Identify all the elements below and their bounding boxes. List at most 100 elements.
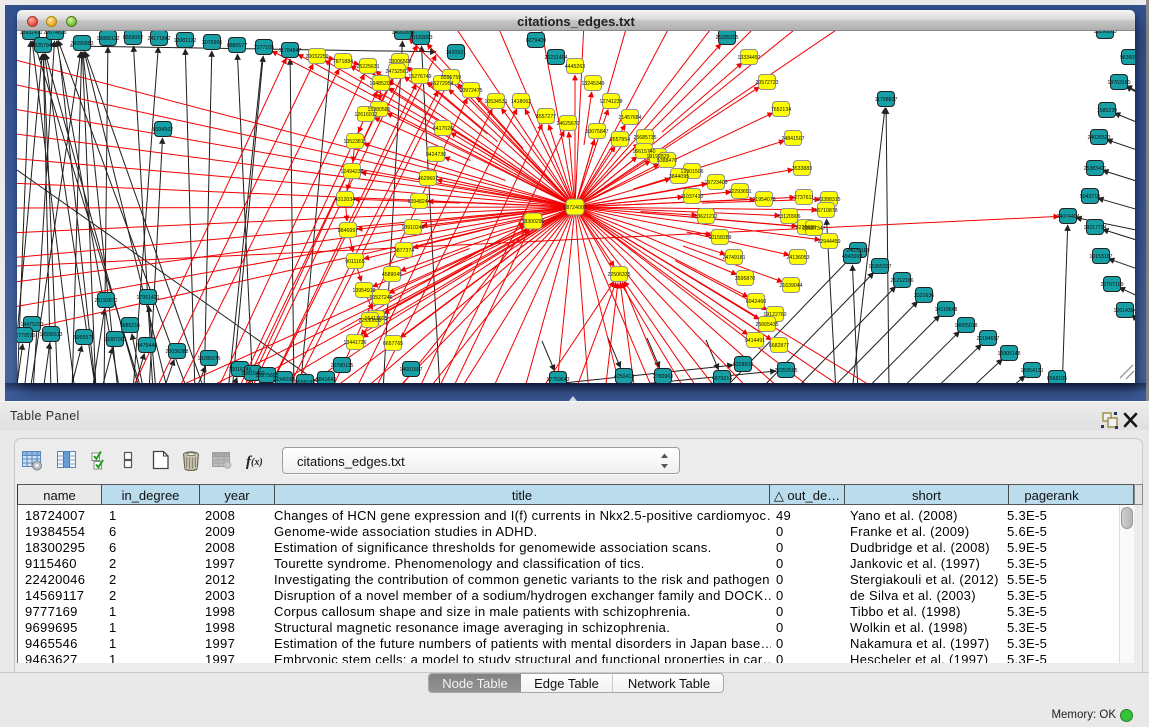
svg-text:13120906: 13120906 (777, 214, 800, 220)
svg-text:13245349: 13245349 (581, 81, 604, 87)
svg-text:10158289: 10158289 (708, 235, 731, 241)
svg-text:2657954: 2657954 (610, 137, 630, 143)
svg-text:24841507: 24841507 (781, 136, 804, 142)
svg-text:11758837: 11758837 (875, 97, 898, 103)
svg-text:18296865: 18296865 (1093, 31, 1116, 35)
svg-text:12614394: 12614394 (1113, 308, 1135, 314)
svg-text:19723409: 19723409 (704, 180, 727, 186)
svg-text:12494238: 12494238 (340, 169, 363, 175)
svg-text:10087903: 10087903 (103, 337, 126, 343)
svg-text:23192872: 23192872 (94, 298, 117, 304)
svg-text:8334562: 8334562 (153, 127, 173, 133)
svg-text:13334457: 13334457 (737, 55, 760, 61)
svg-text:10523815: 10523815 (343, 139, 366, 145)
svg-text:4312034: 4312034 (335, 197, 355, 203)
svg-text:13954919: 13954919 (352, 288, 375, 294)
svg-text:4879214: 4879214 (712, 376, 732, 382)
svg-text:23388315: 23388315 (817, 197, 840, 203)
svg-text:3533883: 3533883 (792, 166, 812, 172)
svg-text:10183893: 10183893 (409, 35, 432, 41)
svg-text:3331636: 3331636 (914, 293, 934, 299)
svg-text:13621212: 13621212 (694, 214, 717, 220)
svg-text:19217734: 19217734 (1083, 225, 1106, 231)
svg-text:8559183: 8559183 (295, 380, 315, 383)
svg-text:21212166: 21212166 (890, 278, 913, 284)
svg-text:5993975: 5993975 (74, 335, 94, 341)
svg-text:21194697: 21194697 (977, 336, 1000, 342)
svg-text:22506335: 22506335 (607, 272, 630, 278)
svg-text:20032259: 20032259 (305, 54, 328, 60)
svg-text:6557277: 6557277 (536, 114, 556, 120)
svg-text:14005018: 14005018 (954, 323, 977, 329)
svg-text:14110648: 14110648 (935, 307, 958, 313)
svg-text:18300295: 18300295 (521, 219, 544, 225)
svg-text:17759643: 17759643 (546, 377, 569, 383)
svg-text:5885216: 5885216 (120, 323, 140, 329)
svg-text:6568105: 6568105 (1047, 376, 1067, 382)
svg-text:10534531: 10534531 (484, 99, 507, 105)
svg-text:4943069: 4943069 (842, 254, 862, 260)
svg-text:15365337: 15365337 (868, 264, 891, 270)
svg-text:3877374: 3877374 (394, 248, 414, 254)
svg-text:17951421: 17951421 (136, 295, 159, 301)
svg-text:21954078: 21954078 (752, 197, 775, 203)
svg-text:16710878: 16710878 (814, 208, 837, 214)
svg-text:15276749: 15276749 (408, 74, 431, 80)
svg-text:25289205: 25289205 (715, 35, 738, 41)
svg-text:8569062: 8569062 (123, 35, 143, 41)
svg-text:16272954: 16272954 (430, 81, 453, 87)
svg-text:20972475: 20972475 (459, 88, 482, 94)
svg-text:22674828: 22674828 (43, 31, 66, 36)
svg-text:24136053: 24136053 (786, 255, 809, 261)
svg-text:4250413: 4250413 (614, 374, 634, 380)
svg-text:13441736: 13441736 (343, 340, 366, 346)
svg-text:19763180: 19763180 (1107, 80, 1130, 86)
svg-text:1585239: 1585239 (1097, 108, 1117, 114)
svg-text:19485201: 19485201 (369, 81, 392, 87)
svg-text:9011165: 9011165 (345, 259, 365, 265)
svg-text:13948244: 13948244 (407, 199, 430, 205)
svg-text:23006503: 23006503 (388, 59, 411, 65)
svg-text:8279409: 8279409 (526, 38, 546, 44)
svg-text:25383411: 25383411 (1084, 166, 1107, 172)
svg-text:22707109: 22707109 (1100, 282, 1123, 288)
svg-text:24625670: 24625670 (556, 121, 579, 127)
svg-text:25225631: 25225631 (356, 64, 379, 70)
svg-text:4589045: 4589045 (382, 272, 402, 278)
svg-text:8424730: 8424730 (426, 152, 446, 158)
svg-text:5841643: 5841643 (316, 377, 336, 383)
svg-text:1418062: 1418062 (511, 99, 531, 105)
svg-text:13932411: 13932411 (20, 31, 43, 36)
svg-text:8885577: 8885577 (227, 43, 247, 49)
svg-text:18954131: 18954131 (1020, 368, 1043, 374)
svg-text:24171842: 24171842 (147, 36, 170, 42)
svg-text:13346585: 13346585 (272, 377, 295, 383)
svg-text:3076966: 3076966 (202, 40, 222, 46)
svg-text:24074404: 24074404 (1056, 214, 1079, 220)
svg-text:6328503: 6328503 (733, 362, 753, 368)
svg-text:2737611: 2737611 (794, 195, 814, 201)
svg-text:18724007: 18724007 (563, 205, 586, 211)
svg-text:12616912: 12616912 (354, 112, 377, 118)
svg-text:4445263: 4445263 (565, 64, 585, 70)
svg-text:(x): (x) (251, 457, 263, 468)
svg-text:2780963: 2780963 (653, 374, 673, 380)
svg-text:24749181: 24749181 (722, 255, 745, 261)
svg-text:6417026: 6417026 (433, 126, 453, 132)
svg-text:6942460: 6942460 (746, 299, 766, 305)
svg-text:5388470: 5388470 (657, 158, 677, 164)
svg-text:10153167: 10153167 (1089, 254, 1112, 260)
svg-text:20572723: 20572723 (755, 80, 778, 86)
svg-text:19888132: 19888132 (96, 36, 119, 42)
svg-text:25685735: 25685735 (633, 135, 656, 141)
svg-text:10910248: 10910248 (401, 225, 424, 231)
svg-text:21457684: 21457684 (618, 115, 641, 121)
svg-text:16905148: 16905148 (997, 351, 1020, 357)
svg-text:8846997: 8846997 (338, 228, 358, 234)
svg-text:7871884: 7871884 (333, 59, 353, 65)
svg-text:16596513: 16596513 (39, 332, 62, 338)
svg-text:10257945: 10257945 (31, 43, 54, 49)
svg-text:3844095: 3844095 (669, 174, 689, 180)
svg-text:3420921: 3420921 (446, 50, 466, 56)
svg-text:9636057: 9636057 (1120, 55, 1135, 61)
